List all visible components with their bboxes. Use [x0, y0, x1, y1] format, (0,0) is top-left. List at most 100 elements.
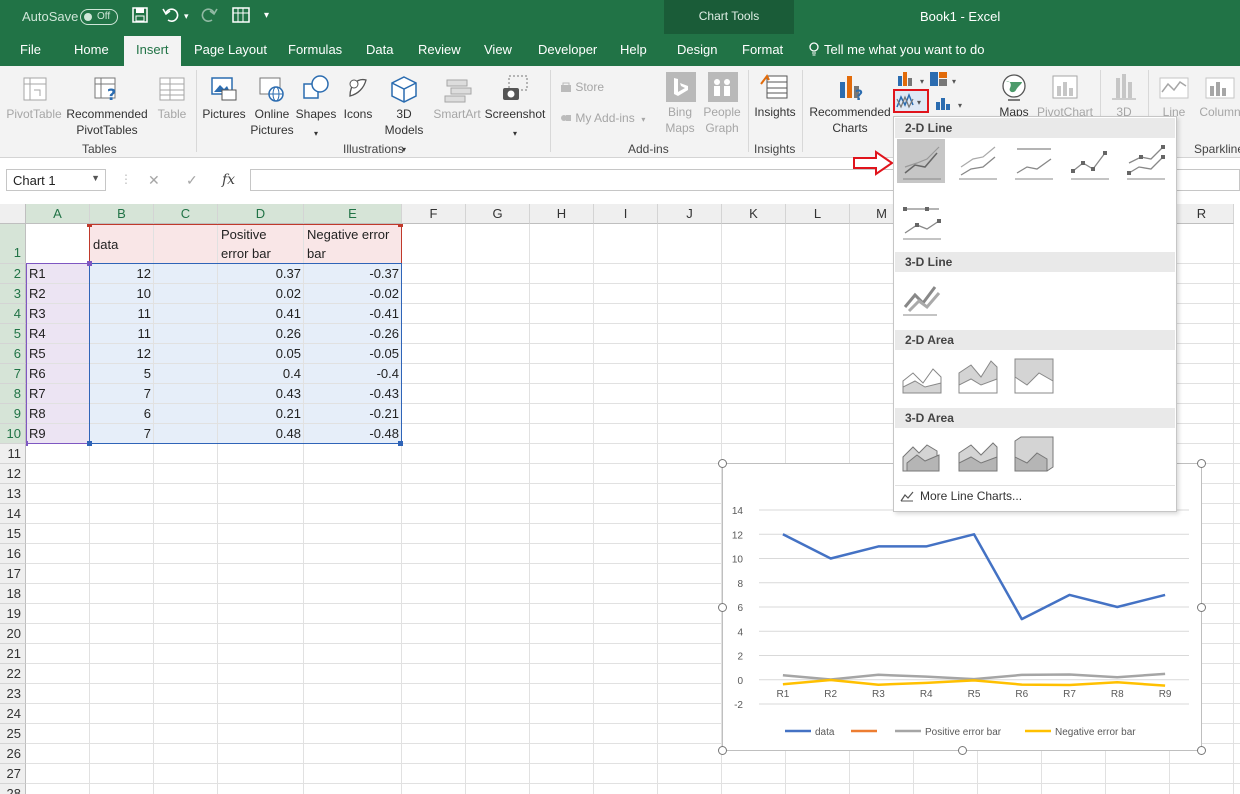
- name-box-dropdown-icon[interactable]: ▼: [91, 173, 100, 183]
- row-header-28[interactable]: 28: [0, 784, 26, 794]
- row-header-20[interactable]: 20: [0, 624, 26, 644]
- 3d-stacked-area-chart-option[interactable]: [953, 431, 1001, 475]
- confirm-entry-icon[interactable]: ✓: [186, 172, 198, 189]
- cell-e4[interactable]: -0.41: [304, 305, 402, 323]
- row-header-8[interactable]: 8: [0, 384, 26, 404]
- column-header-d[interactable]: D: [218, 204, 304, 224]
- row-header-6[interactable]: 6: [0, 344, 26, 364]
- column-header-g[interactable]: G: [466, 204, 530, 224]
- cell-b9[interactable]: 6: [90, 405, 154, 423]
- tab-formulas[interactable]: Formulas: [288, 42, 342, 57]
- tab-help[interactable]: Help: [620, 42, 647, 57]
- area-chart-option[interactable]: [897, 353, 945, 397]
- row-header-19[interactable]: 19: [0, 604, 26, 624]
- cell-a2[interactable]: R1: [26, 265, 90, 283]
- cell-d7[interactable]: 0.4: [218, 365, 304, 383]
- cell-e7[interactable]: -0.4: [304, 365, 402, 383]
- column-header-k[interactable]: K: [722, 204, 786, 224]
- 100-stacked-line-chart-option[interactable]: [1009, 139, 1057, 183]
- pivotchart-button[interactable]: PivotChart: [1034, 72, 1096, 120]
- cell-a6[interactable]: R5: [26, 345, 90, 363]
- chart-resize-handle[interactable]: [1197, 746, 1206, 755]
- icons-button[interactable]: Icons: [338, 74, 378, 122]
- column-header-j[interactable]: J: [658, 204, 722, 224]
- row-header-17[interactable]: 17: [0, 564, 26, 584]
- cell-b1[interactable]: data: [90, 234, 121, 255]
- tab-file[interactable]: File: [20, 42, 41, 57]
- line-chart-option[interactable]: [897, 139, 945, 183]
- row-header-18[interactable]: 18: [0, 584, 26, 604]
- insights-button[interactable]: Insights: [752, 72, 798, 120]
- stacked-line-markers-chart-option[interactable]: [1121, 139, 1169, 183]
- row-header-12[interactable]: 12: [0, 464, 26, 484]
- 3d-100-stacked-area-chart-option[interactable]: [1009, 431, 1057, 475]
- row-header-1[interactable]: 1: [0, 224, 26, 264]
- 3d-line-chart-option[interactable]: [897, 275, 945, 319]
- tab-format[interactable]: Format: [742, 42, 783, 57]
- table-button[interactable]: Table: [152, 74, 192, 122]
- cell-d8[interactable]: 0.43: [218, 385, 304, 403]
- tab-home[interactable]: Home: [74, 42, 109, 57]
- redo-icon[interactable]: [200, 7, 218, 27]
- cell-d3[interactable]: 0.02: [218, 285, 304, 303]
- cell-e1-line1[interactable]: Negative error: [304, 224, 392, 245]
- column-header-i[interactable]: I: [594, 204, 658, 224]
- column-chart-button[interactable]: ▾: [896, 70, 930, 91]
- 100-stacked-line-markers-chart-option[interactable]: [897, 199, 945, 243]
- store-button[interactable]: Store: [560, 80, 604, 94]
- row-header-22[interactable]: 22: [0, 664, 26, 684]
- cell-d4[interactable]: 0.41: [218, 305, 304, 323]
- chart-resize-handle[interactable]: [718, 459, 727, 468]
- maps-button[interactable]: Maps: [996, 72, 1032, 120]
- cell-b7[interactable]: 5: [90, 365, 154, 383]
- cell-d5[interactable]: 0.26: [218, 325, 304, 343]
- row-header-2[interactable]: 2: [0, 264, 26, 284]
- cell-a10[interactable]: R9: [26, 425, 90, 443]
- row-header-4[interactable]: 4: [0, 304, 26, 324]
- row-header-9[interactable]: 9: [0, 404, 26, 424]
- line-area-chart-button[interactable]: ▾: [893, 89, 929, 113]
- row-header-13[interactable]: 13: [0, 484, 26, 504]
- row-header-25[interactable]: 25: [0, 724, 26, 744]
- column-header-r[interactable]: R: [1170, 204, 1234, 224]
- line-with-markers-chart-option[interactable]: [1065, 139, 1113, 183]
- row-header-26[interactable]: 26: [0, 744, 26, 764]
- cell-b4[interactable]: 11: [90, 305, 154, 323]
- my-addins-button[interactable]: My Add-ins ▾: [560, 111, 645, 125]
- people-graph-button[interactable]: People Graph: [702, 72, 742, 136]
- cell-d10[interactable]: 0.48: [218, 425, 304, 443]
- row-header-23[interactable]: 23: [0, 684, 26, 704]
- column-header-f[interactable]: F: [402, 204, 466, 224]
- screenshot-button[interactable]: Screenshot ▾: [484, 74, 546, 142]
- chart-resize-handle[interactable]: [718, 603, 727, 612]
- cell-a7[interactable]: R6: [26, 365, 90, 383]
- cell-e1-line2[interactable]: bar: [304, 243, 329, 264]
- undo-dropdown-icon[interactable]: ▾: [184, 11, 189, 22]
- cell-a3[interactable]: R2: [26, 285, 90, 303]
- chart-resize-handle[interactable]: [1197, 459, 1206, 468]
- select-all-corner[interactable]: [0, 204, 26, 224]
- row-header-24[interactable]: 24: [0, 704, 26, 724]
- column-header-b[interactable]: B: [90, 204, 154, 224]
- column-header-l[interactable]: L: [786, 204, 850, 224]
- column-header-a[interactable]: A: [26, 204, 90, 224]
- row-header-15[interactable]: 15: [0, 524, 26, 544]
- cell-d1-line1[interactable]: Positive: [218, 224, 270, 245]
- more-line-charts-link[interactable]: More Line Charts...: [900, 489, 1022, 503]
- cell-a5[interactable]: R4: [26, 325, 90, 343]
- cell-a4[interactable]: R3: [26, 305, 90, 323]
- tab-page-layout[interactable]: Page Layout: [194, 42, 267, 57]
- row-header-27[interactable]: 27: [0, 764, 26, 784]
- cell-b3[interactable]: 10: [90, 285, 154, 303]
- save-icon[interactable]: [132, 7, 148, 27]
- row-header-14[interactable]: 14: [0, 504, 26, 524]
- cell-a9[interactable]: R8: [26, 405, 90, 423]
- customize-toolbar-icon[interactable]: ▾: [264, 10, 269, 21]
- row-header-16[interactable]: 16: [0, 544, 26, 564]
- column-header-e[interactable]: E: [304, 204, 402, 224]
- tab-view[interactable]: View: [484, 42, 512, 57]
- chart-resize-handle[interactable]: [958, 746, 967, 755]
- cell-b8[interactable]: 7: [90, 385, 154, 403]
- smartart-button[interactable]: SmartArt: [430, 74, 484, 122]
- cell-d6[interactable]: 0.05: [218, 345, 304, 363]
